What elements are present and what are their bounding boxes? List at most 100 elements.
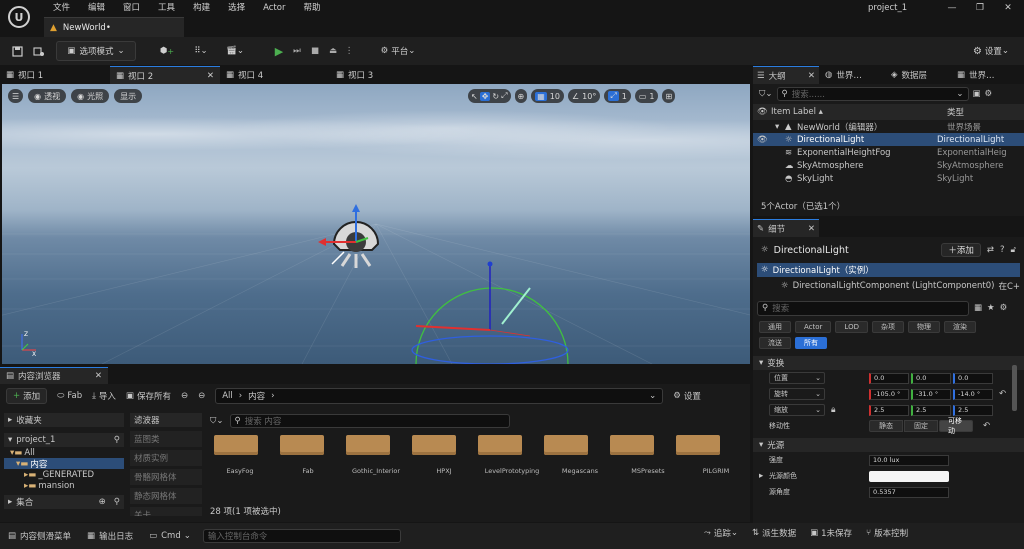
location-dropdown[interactable]: 位置 ⌄ bbox=[769, 372, 825, 384]
grid-snap-button[interactable]: ▦ 10 bbox=[531, 89, 564, 103]
close-icon[interactable]: ✕ bbox=[808, 71, 815, 81]
project-header[interactable]: ▾ project_1 ⚲ bbox=[4, 433, 124, 447]
outliner-search-input[interactable]: ⚲ 搜索...... ⌄ bbox=[776, 87, 969, 101]
add-button[interactable]: + 添加 bbox=[6, 388, 48, 404]
actor-name[interactable]: DirectionalLight bbox=[774, 245, 849, 256]
add-collection-icon[interactable]: ⊕ bbox=[99, 497, 106, 507]
rotation-dropdown[interactable]: 旋转 ⌄ bbox=[769, 388, 825, 400]
component-instance-row[interactable]: ☼ DirectionalLight（实例） bbox=[757, 263, 1020, 277]
menu-window[interactable]: 窗口 bbox=[114, 0, 149, 17]
mobility-movable[interactable]: 可移动 bbox=[939, 417, 973, 435]
tree-item-generated[interactable]: ▸▬ _GENERATED bbox=[4, 469, 124, 480]
tab-content-browser[interactable]: ▤ 内容浏览器 ✕ bbox=[0, 367, 108, 384]
visibility-icon[interactable]: 👁︎ bbox=[757, 107, 771, 117]
favorites-header[interactable]: ▸ 收藏夹 bbox=[4, 413, 124, 427]
save-icon[interactable] bbox=[6, 41, 28, 61]
settings-button[interactable]: ⚙ 设置 ⌄ bbox=[966, 41, 1016, 61]
tab-viewport-3[interactable]: ▦ 视口 3 bbox=[330, 66, 440, 84]
help-icon[interactable]: ? bbox=[1000, 245, 1005, 255]
filter-item[interactable]: 骨骼网格体 bbox=[130, 469, 202, 485]
list-item-selected[interactable]: 👁︎ ☼ DirectionalLight DirectionalLight bbox=[753, 133, 1024, 146]
mobility-stationary[interactable]: 固定 bbox=[904, 420, 938, 432]
cb-settings-button[interactable]: ⚙ 设置 bbox=[673, 390, 701, 402]
import-button[interactable]: ⤓ 导入 bbox=[92, 390, 116, 402]
rotate-icon[interactable]: ↻ bbox=[492, 92, 499, 101]
layout-button[interactable]: ⊞ bbox=[662, 89, 676, 103]
tab-viewport-4[interactable]: ▦ 视口 4 bbox=[220, 66, 330, 84]
console-input[interactable]: 输入控制台命令 bbox=[202, 529, 401, 543]
minimize-button[interactable]: — bbox=[938, 0, 966, 17]
select-mode-dropdown[interactable]: ▣ 选项模式 ⌄ bbox=[56, 41, 136, 61]
rotation-y[interactable]: -31.0 ° bbox=[911, 388, 951, 400]
add-folder-icon[interactable]: ▣ bbox=[973, 89, 981, 99]
filter-item[interactable]: 静态网格体 bbox=[130, 488, 202, 504]
add-actor-icon[interactable]: ⬢ + bbox=[154, 41, 180, 61]
table-view-icon[interactable]: ▦ bbox=[974, 303, 982, 313]
rotation-gizmo[interactable] bbox=[410, 260, 580, 364]
folder-thumbnail[interactable] bbox=[346, 435, 390, 455]
camera-speed-button[interactable]: ▭ 1 bbox=[634, 89, 659, 103]
list-item[interactable]: ◓ SkyLight SkyLight bbox=[753, 172, 1024, 185]
maximize-button[interactable]: ❐ bbox=[966, 0, 994, 17]
col-item-label[interactable]: Item Label ▴ bbox=[771, 107, 947, 117]
menu-actor[interactable]: Actor bbox=[254, 0, 294, 17]
menu-help[interactable]: 帮助 bbox=[294, 0, 329, 17]
filter-general[interactable]: 通用 bbox=[759, 321, 791, 333]
search-icon[interactable]: ⚲ bbox=[114, 435, 120, 445]
details-search-input[interactable]: ⚲ 搜索 bbox=[757, 300, 969, 316]
play-icon[interactable]: ▶ bbox=[270, 41, 288, 61]
component-row[interactable]: ☼ DirectionalLightComponent (LightCompone… bbox=[757, 279, 1020, 293]
filter-icon[interactable]: ⛉⌄ bbox=[759, 89, 773, 99]
filter-icon[interactable]: ⛉⌄ bbox=[210, 416, 224, 426]
folder-thumbnail[interactable] bbox=[280, 435, 324, 455]
tree-item-mansion[interactable]: ▸▬ mansion bbox=[4, 480, 124, 491]
filter-all[interactable]: 所有 bbox=[795, 337, 827, 349]
path-content[interactable]: 内容 bbox=[248, 390, 265, 402]
details-scrollbar[interactable] bbox=[1012, 365, 1017, 411]
lighting-button[interactable]: ◉ 光照 bbox=[71, 89, 110, 103]
list-item[interactable]: ≋ ExponentialHeightFog ExponentialHeig bbox=[753, 146, 1024, 159]
filter-lod[interactable]: LOD bbox=[835, 321, 868, 333]
scale-x[interactable]: 2.5 bbox=[869, 404, 909, 416]
scale-dropdown[interactable]: 缩放 ⌄ bbox=[769, 404, 825, 416]
close-icon[interactable]: ✕ bbox=[207, 71, 214, 81]
forward-icon[interactable]: ⊖ bbox=[198, 391, 205, 401]
section-transform[interactable]: ▾ 变换 bbox=[753, 356, 1024, 370]
world-local-button[interactable]: ⊕ bbox=[514, 89, 528, 103]
tab-world-settings[interactable]: ◍ 世界… bbox=[819, 69, 885, 81]
content-icon[interactable] bbox=[28, 41, 50, 61]
derived-data-button[interactable]: ⇅ 派生数据 bbox=[752, 527, 796, 539]
trace-button[interactable]: ⤳ 追踪 ⌄ bbox=[704, 527, 738, 539]
filter-item[interactable]: 关卡 bbox=[130, 507, 202, 516]
light-color-swatch[interactable] bbox=[869, 470, 949, 482]
scale-snap-button[interactable]: ⤢ 1 bbox=[604, 89, 631, 103]
show-button[interactable]: 显示 bbox=[114, 89, 143, 103]
play-options-icon[interactable]: ⋮ bbox=[342, 41, 356, 61]
viewport-menu-button[interactable]: ☰ bbox=[8, 89, 24, 103]
level-tab[interactable]: ▲ NewWorld• bbox=[44, 17, 184, 37]
tree-item-all[interactable]: ▾▬ All bbox=[4, 447, 124, 458]
platform-button[interactable]: ⚙ 平台 ⌄ bbox=[374, 41, 422, 61]
cmd-dropdown[interactable]: ▭ Cmd ⌄ bbox=[145, 527, 195, 545]
reset-icon[interactable]: ↶ bbox=[999, 389, 1006, 399]
settings-icon[interactable]: ⚙ bbox=[985, 89, 993, 99]
mobility-static[interactable]: 静态 bbox=[869, 420, 903, 432]
path-bar[interactable]: All › 内容 › ⌄ bbox=[215, 388, 664, 404]
directional-light-gizmo[interactable] bbox=[314, 204, 394, 274]
tab-outliner[interactable]: ☰ 大纲 ✕ bbox=[753, 66, 819, 84]
cinematics-icon[interactable]: 🎬︎⌄ bbox=[220, 41, 250, 61]
settings-icon[interactable]: ⚙ bbox=[1000, 303, 1008, 313]
menu-edit[interactable]: 编辑 bbox=[79, 0, 114, 17]
list-item[interactable]: ▾ ▲ NewWorld（编辑器） 世界场景 bbox=[753, 120, 1024, 133]
rotation-snap-button[interactable]: ∠ 10° bbox=[567, 89, 601, 103]
menu-build[interactable]: 构建 bbox=[184, 0, 219, 17]
stop-icon[interactable]: ■ bbox=[306, 41, 324, 61]
eject-icon[interactable]: ⏏ bbox=[324, 41, 342, 61]
rotation-z[interactable]: -14.0 ° bbox=[953, 388, 993, 400]
filter-streaming[interactable]: 流送 bbox=[759, 337, 791, 349]
close-icon[interactable]: ✕ bbox=[95, 371, 102, 381]
eye-icon[interactable]: 👁︎ bbox=[757, 135, 785, 145]
scale-y[interactable]: 2.5 bbox=[911, 404, 951, 416]
lock-icon[interactable]: 🔒︎ bbox=[831, 405, 869, 415]
folder-thumbnail[interactable] bbox=[610, 435, 654, 455]
